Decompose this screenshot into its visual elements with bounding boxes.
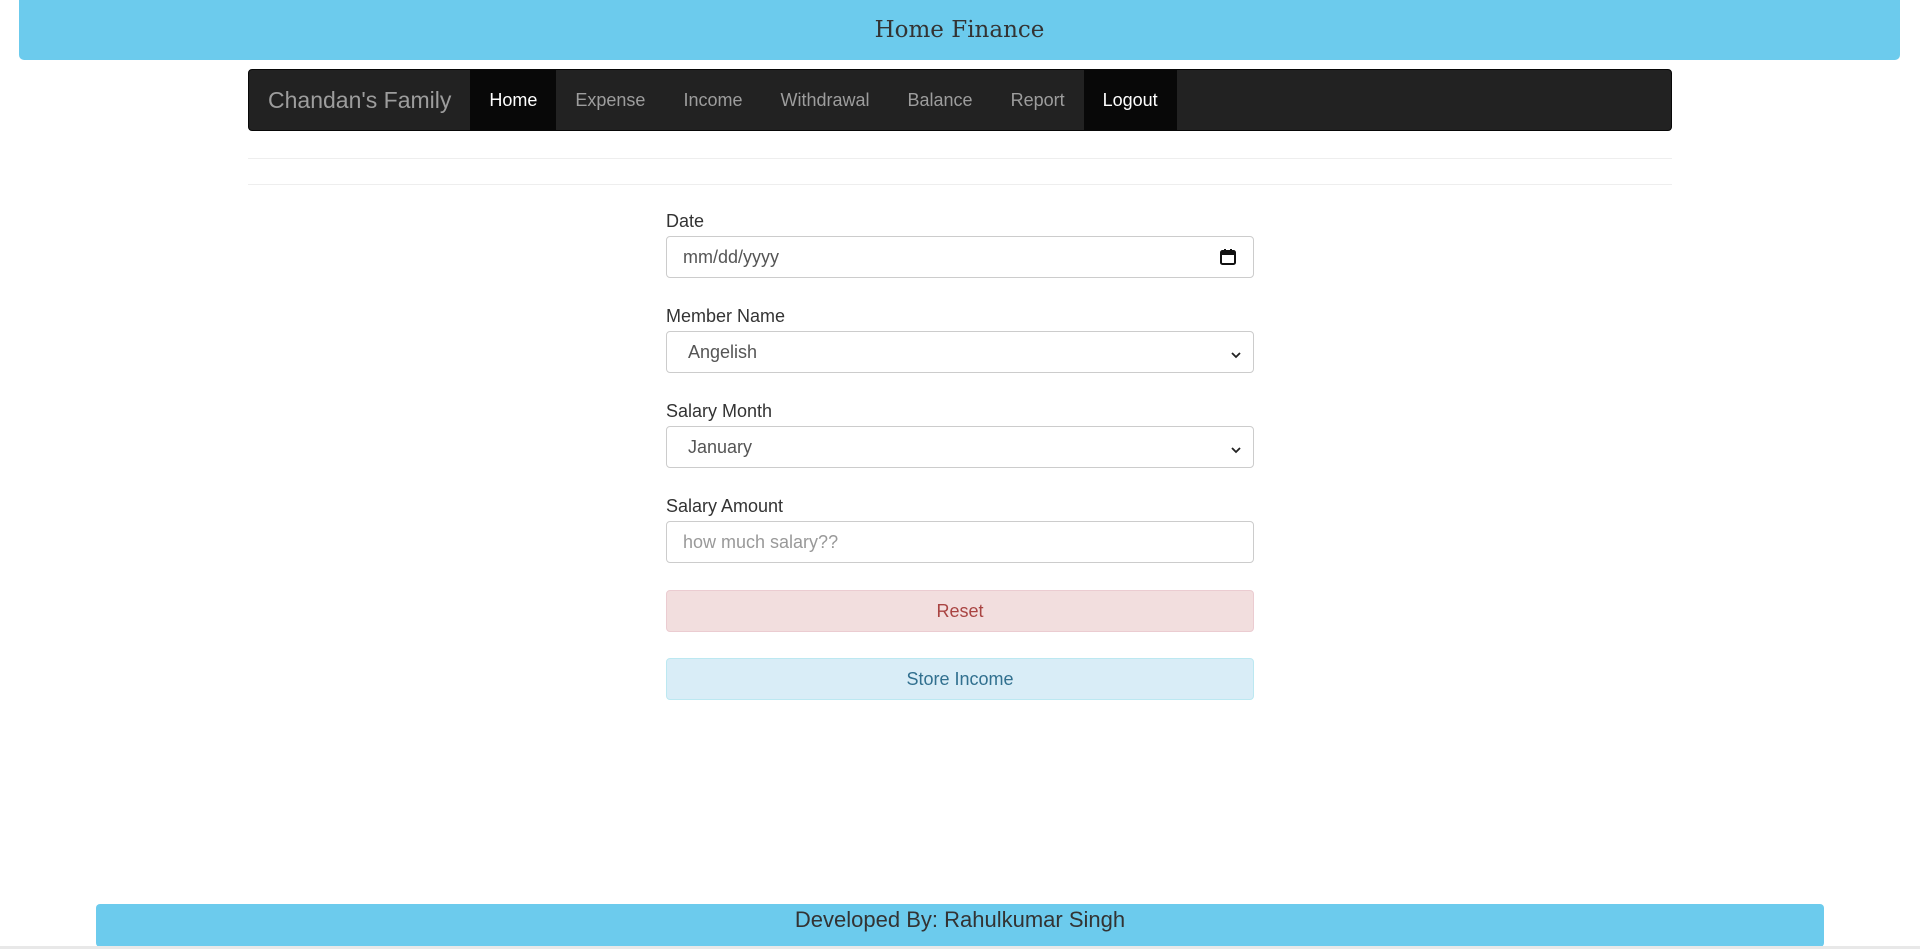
salary-month-label: Salary Month [666,401,773,421]
date-input[interactable]: mm/dd/yyyy [666,236,1254,278]
footer-credit: Developed By: Rahulkumar Singh [794,907,1126,932]
salary-month-group: Salary Month January [666,400,1254,468]
page-title: Home Finance [874,17,1045,43]
member-name-selected: Angelish [688,341,758,362]
nav-item-balance[interactable]: Balance [889,70,992,130]
date-group: Date mm/dd/yyyy [666,210,1254,278]
store-income-button[interactable]: Store Income [666,658,1254,700]
income-form: Date mm/dd/yyyy Member Name Angelish Sal… [666,210,1254,700]
nav-item-report[interactable]: Report [992,70,1084,130]
divider [248,184,1672,185]
calendar-icon[interactable] [1219,248,1237,266]
nav-item-income[interactable]: Income [664,70,761,130]
nav-item-withdrawal[interactable]: Withdrawal [761,70,888,130]
chevron-down-icon [1229,441,1243,455]
salary-amount-label: Salary Amount [666,496,784,516]
member-group: Member Name Angelish [666,305,1254,373]
nav-item-expense[interactable]: Expense [556,70,664,130]
nav-item-logout[interactable]: Logout [1083,70,1177,130]
date-input-placeholder: mm/dd/yyyy [683,246,780,267]
main-navbar: Chandan's Family Home Expense Income Wit… [248,69,1672,131]
nav-item-home[interactable]: Home [470,70,557,130]
salary-month-selected: January [688,436,753,457]
navbar-brand[interactable]: Chandan's Family [249,70,470,130]
salary-amount-placeholder: how much salary?? [683,531,839,552]
salary-amount-input[interactable]: how much salary?? [666,521,1254,563]
salary-month-select[interactable]: January [666,426,1254,468]
date-label: Date [666,211,705,231]
member-name-label: Member Name [666,306,786,326]
salary-amount-group: Salary Amount how much salary?? [666,495,1254,563]
member-name-select[interactable]: Angelish [666,331,1254,373]
chevron-down-icon [1229,346,1243,360]
reset-button[interactable]: Reset [666,590,1254,632]
page-header-banner: Home Finance [19,0,1900,60]
divider [248,158,1672,159]
footer-banner: Developed By: Rahulkumar Singh [96,904,1824,947]
